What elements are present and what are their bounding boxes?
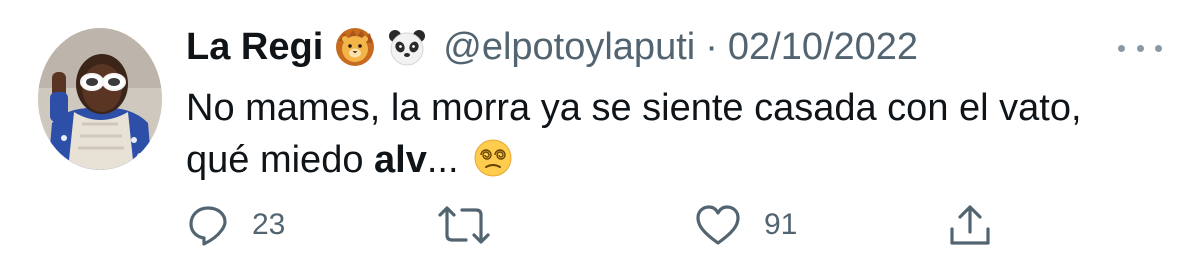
heart-icon bbox=[696, 205, 740, 245]
lion-face-icon bbox=[335, 27, 375, 67]
share-button[interactable] bbox=[946, 200, 994, 250]
tweet-text-prefix: qué miedo bbox=[186, 139, 375, 181]
tweet-card[interactable]: La Regi @elpotoylaputi · 02/10/2022 No m… bbox=[0, 0, 1200, 262]
panda-face-icon bbox=[387, 27, 427, 67]
share-icon bbox=[950, 205, 990, 245]
avatar-image bbox=[38, 28, 162, 170]
tweet-text-line-1: No mames, la morra ya se siente casada c… bbox=[186, 87, 1082, 129]
display-name[interactable]: La Regi bbox=[186, 22, 323, 72]
face-with-spiral-eyes-icon bbox=[473, 138, 513, 178]
retweet-button[interactable] bbox=[436, 200, 514, 250]
separator-dot: · bbox=[705, 26, 718, 68]
reply-button[interactable]: 23 bbox=[186, 200, 285, 250]
tweet-text-line-2: qué miedo alv... bbox=[186, 134, 1176, 186]
tweet-actions: 23 91 bbox=[186, 200, 1006, 250]
tweet-date[interactable]: 02/10/2022 bbox=[728, 22, 918, 72]
like-count: 91 bbox=[764, 208, 798, 241]
reply-icon bbox=[189, 206, 227, 246]
more-options-icon[interactable] bbox=[1118, 38, 1162, 58]
tweet-text: No mames, la morra ya se siente casada c… bbox=[186, 82, 1176, 186]
tweet-text-bold: alv bbox=[374, 139, 427, 181]
tweet-header: La Regi @elpotoylaputi · 02/10/2022 bbox=[186, 22, 918, 72]
retweet-icon bbox=[438, 206, 490, 244]
avatar[interactable] bbox=[38, 28, 162, 170]
like-button[interactable]: 91 bbox=[694, 200, 797, 250]
reply-count: 23 bbox=[252, 208, 286, 241]
user-handle[interactable]: @elpotoylaputi bbox=[443, 22, 695, 72]
tweet-text-suffix: ... bbox=[426, 139, 459, 181]
